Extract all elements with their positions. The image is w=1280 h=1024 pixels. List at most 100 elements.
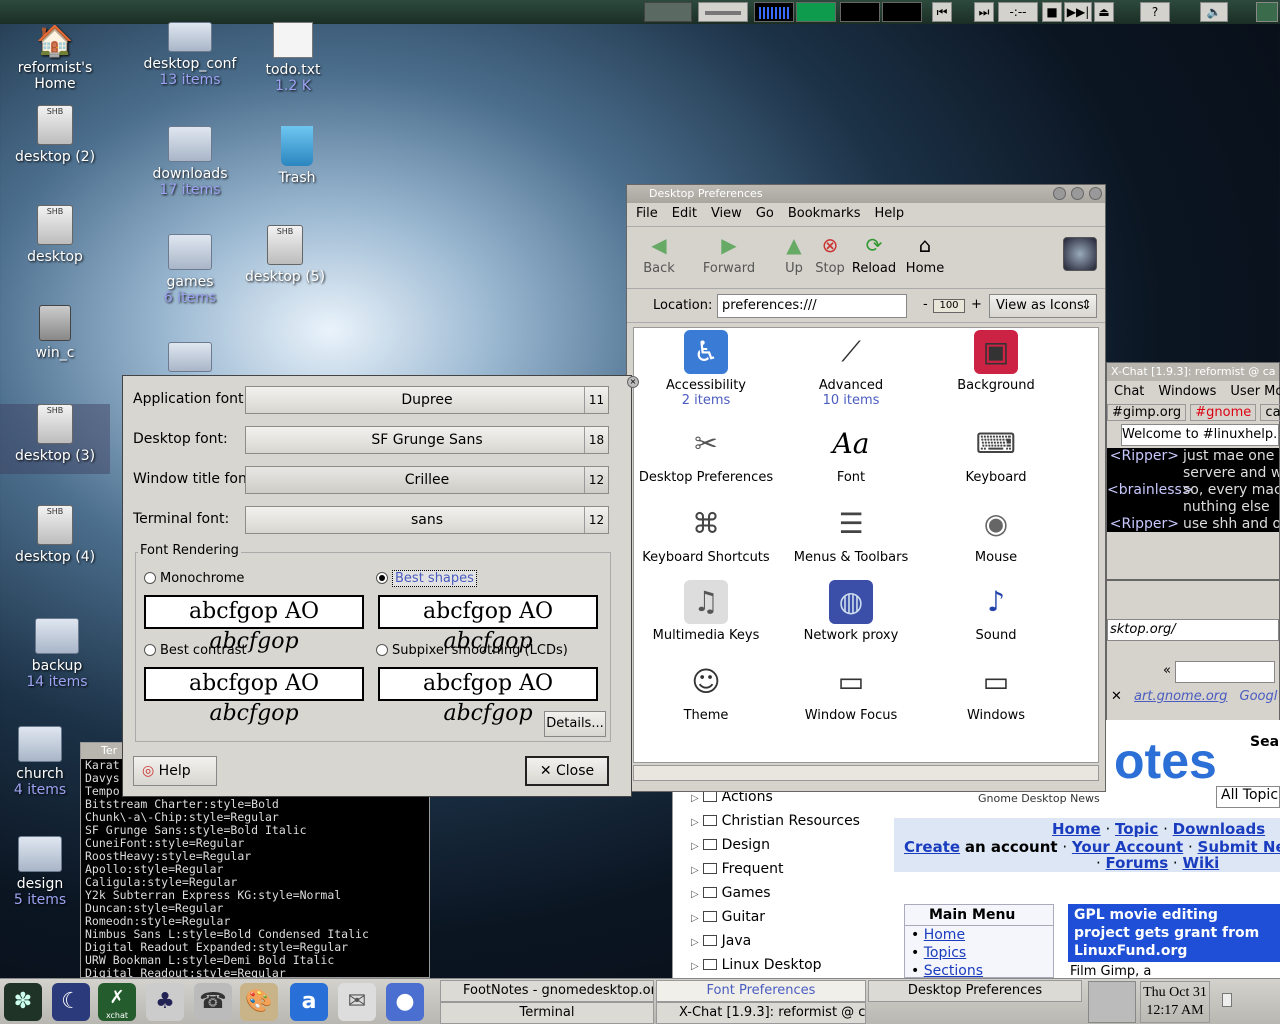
pref-item[interactable]: ✂ Desktop Preferences	[636, 422, 776, 485]
play-button[interactable]: ▶▶|	[1064, 2, 1092, 22]
font-picker-button[interactable]: sans 12	[245, 506, 609, 534]
task-desktop-preferences[interactable]: Desktop Preferences	[868, 980, 1082, 1002]
menu-edit[interactable]: Edit	[665, 203, 704, 225]
home-button[interactable]: ⌂ Home	[903, 227, 947, 276]
browser-tab[interactable]: art.gnome.org	[1130, 689, 1231, 704]
details-button[interactable]: Details...	[544, 711, 606, 737]
desktop-icon-design[interactable]: design 5 items	[2, 836, 78, 908]
best-contrast-radio[interactable]: Best contrast	[144, 643, 247, 658]
desktop-icon-church[interactable]: church 4 items	[2, 726, 78, 798]
task-font-preferences[interactable]: Font Preferences	[656, 980, 866, 1002]
news-banner[interactable]: GPL movie editing project gets grant fro…	[1068, 904, 1280, 962]
menu-bookmarks[interactable]: Bookmarks	[781, 203, 868, 225]
forums-link[interactable]: Forums	[1106, 854, 1169, 872]
sample-monochrome[interactable]: abcfgop AO abcfgop	[144, 595, 364, 654]
forward-button[interactable]: ▶ Forward	[699, 227, 759, 276]
pref-item[interactable]: ☺ Theme	[636, 660, 776, 723]
chat-bird-icon[interactable]: ●	[386, 983, 424, 1021]
best-shapes-radio[interactable]: Best shapes	[376, 570, 477, 587]
task-footnotes[interactable]: FootNotes - gnomedesktop.org	[440, 980, 654, 1002]
close-button[interactable]: ✕ Close	[525, 756, 609, 786]
xchat-menu-chat[interactable]: Chat	[1107, 381, 1151, 403]
gnome-foot-menu-icon[interactable]: ✽	[4, 983, 42, 1021]
zoom-in-button[interactable]: +	[971, 297, 982, 312]
paint-palette-icon[interactable]: 🎨	[240, 983, 278, 1021]
prefs-titlebar[interactable]: Desktop Preferences	[627, 185, 1105, 203]
help-button[interactable]: ◎ Help	[133, 756, 217, 786]
maximize-icon[interactable]	[1071, 187, 1084, 200]
subpixel-radio[interactable]: Subpixel smoothing (LCDs)	[376, 643, 568, 658]
task-xchat[interactable]: X-Chat [1.9.3]: reformist @ card	[656, 1002, 866, 1024]
pref-item[interactable]: ▭ Window Focus	[781, 660, 921, 723]
desktop-icon-games[interactable]: games 6 items	[135, 234, 245, 306]
menu-help[interactable]: Help	[867, 203, 911, 225]
create-account-link[interactable]: Create	[904, 838, 960, 856]
zoom-out-button[interactable]: -	[923, 297, 928, 312]
chevron-left-icon[interactable]: «	[1163, 663, 1171, 678]
bookmark-folder[interactable]: ▷ Java	[673, 929, 894, 953]
location-input[interactable]: preferences:///	[717, 294, 907, 318]
desktop-icon-backup[interactable]: backup 14 items	[2, 618, 112, 690]
workspace-switcher[interactable]	[1088, 981, 1136, 1023]
bookmark-folder[interactable]: ▷ Guitar	[673, 905, 894, 929]
stop-button[interactable]: ⊗ Stop	[811, 227, 849, 276]
help-button[interactable]: ?	[1140, 2, 1170, 22]
pref-item[interactable]: ⌘ Keyboard Shortcuts	[636, 502, 776, 565]
sample-best-contrast[interactable]: abcfgop AO abcfgop	[144, 667, 364, 726]
pref-item[interactable]: ◍ Network proxy	[781, 580, 921, 643]
bookmark-folder[interactable]: ▷ Linux Desktop	[673, 953, 894, 977]
pref-item[interactable]: ▭ Windows	[926, 660, 1066, 723]
desktop-icon-win-c[interactable]: win_c	[0, 305, 110, 361]
bookmark-folder[interactable]: ▷ Frequent	[673, 857, 894, 881]
close-icon[interactable]: ✕	[1107, 689, 1126, 704]
phone-icon[interactable]: ☎	[194, 983, 232, 1021]
pref-item[interactable]: ♿ Accessibility 2 items	[636, 330, 776, 408]
pref-item[interactable]: Aa Font	[781, 422, 921, 485]
nav-link-home[interactable]: Home	[1052, 820, 1101, 838]
monochrome-radio[interactable]: Monochrome	[144, 571, 244, 586]
font-picker-button[interactable]: Dupree 11	[245, 386, 609, 414]
minimize-icon[interactable]	[1053, 187, 1066, 200]
font-picker-button[interactable]: Crillee 12	[245, 466, 609, 494]
nav-link-topic[interactable]: Topic	[1115, 820, 1158, 838]
task-terminal[interactable]: Terminal	[440, 1002, 654, 1024]
browser-url[interactable]: sktop.org/	[1107, 619, 1279, 641]
pref-item[interactable]: ♫ Multimedia Keys	[636, 580, 776, 643]
view-as-select[interactable]: View as Icons ⇕	[989, 294, 1097, 318]
browser-launcher-icon[interactable]: a	[290, 983, 328, 1021]
desktop-icon-desktop-4[interactable]: SHB desktop (4)	[0, 505, 110, 565]
pref-item[interactable]: ♪ Sound	[926, 580, 1066, 643]
xchat-launcher-icon[interactable]: ✗ xchat	[98, 983, 136, 1021]
bookmark-folder[interactable]: ▷ Design	[673, 833, 894, 857]
font-picker-button[interactable]: SF Grunge Sans 18	[245, 426, 609, 454]
desktop-icon-downloads[interactable]: downloads 17 items	[135, 126, 245, 198]
close-icon[interactable]	[1089, 187, 1102, 200]
panel-handle[interactable]	[1256, 2, 1278, 22]
zoom-level[interactable]: 100	[933, 299, 965, 313]
desktop-icon-trash[interactable]: Trash	[242, 126, 352, 186]
sample-subpixel[interactable]: abcfgop AO abcfgop	[378, 667, 598, 726]
desktop-icon-desktop-2[interactable]: SHB desktop (2)	[0, 105, 110, 165]
xchat-tab[interactable]: card.fr	[1260, 404, 1280, 421]
menu-link-sections[interactable]: Sections	[924, 963, 983, 979]
desktop-icon-desktop-3[interactable]: SHB desktop (3)	[0, 404, 110, 474]
prev-track-button[interactable]: ⏮	[932, 2, 952, 22]
xchat-menu-user-mode[interactable]: User Mode	[1223, 381, 1280, 403]
browser-search-input[interactable]	[1175, 661, 1275, 683]
dialog-close-icon[interactable]: ×	[627, 376, 639, 388]
xchat-tab[interactable]: #gimp.org	[1107, 404, 1187, 421]
volume-slider-applet[interactable]	[698, 2, 748, 22]
stop-button[interactable]: ■	[1042, 2, 1062, 22]
notification-icon[interactable]	[1222, 993, 1232, 1007]
mail-icon[interactable]: ✉	[338, 983, 376, 1021]
bookmark-folder[interactable]: ▷ Games	[673, 881, 894, 905]
xchat-tab[interactable]: #gnome	[1190, 404, 1257, 421]
nav-link-downloads[interactable]: Downloads	[1173, 820, 1266, 838]
pref-item[interactable]: ⟋ Advanced 10 items	[781, 330, 921, 408]
xchat-menu-windows[interactable]: Windows	[1151, 381, 1223, 403]
pref-item[interactable]: ⌨ Keyboard	[926, 422, 1066, 485]
speaker-icon[interactable]: 🔈	[1200, 2, 1228, 22]
menu-link-home[interactable]: Home	[924, 927, 965, 943]
reload-button[interactable]: ⟳ Reload	[851, 227, 897, 276]
topic-select[interactable]: All Topic	[1216, 786, 1280, 808]
